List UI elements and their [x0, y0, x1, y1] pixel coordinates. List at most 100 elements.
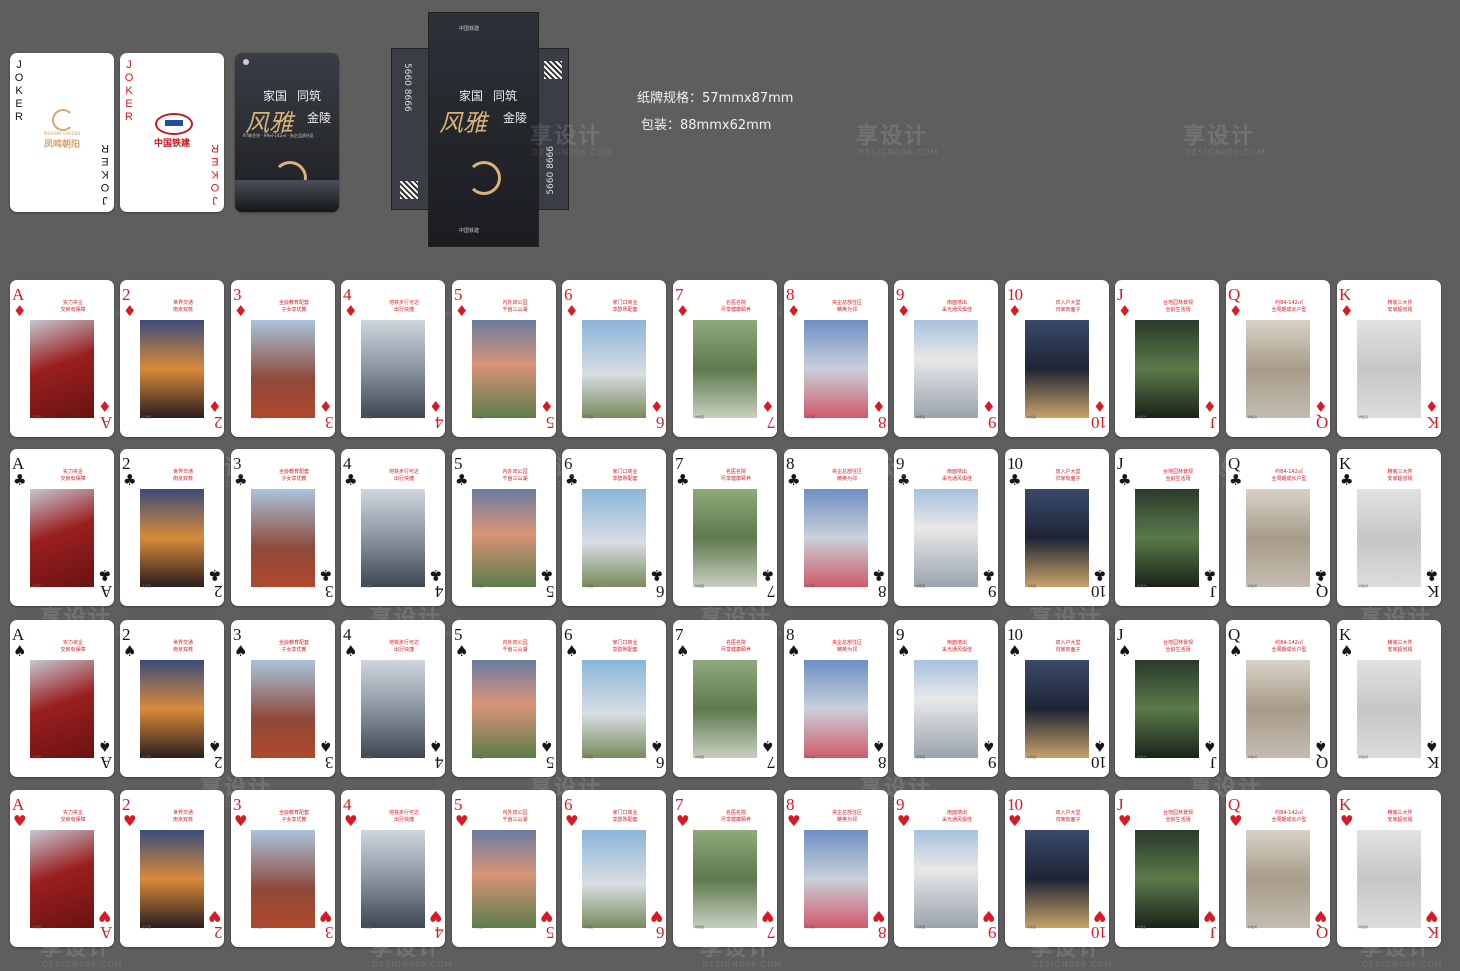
card-rank: 5	[546, 753, 555, 772]
card-rank: 8	[878, 413, 887, 432]
crcc-logo-bar	[165, 120, 183, 126]
card-rank: 6	[564, 454, 572, 473]
spades-icon: ♠	[13, 642, 27, 660]
card-photo	[251, 660, 315, 758]
card-rank: 6	[564, 795, 572, 814]
card-caption: 全龄教育配套 子女享优教	[278, 469, 309, 482]
playing-card-hearts: 6 ♥ 家门口商业 享醇熟配套 示意图 6 ♥	[562, 790, 666, 947]
photo-label: 实景图	[363, 925, 373, 929]
playing-card-spades: 8 ♠ 央企总部住区 精英为邻 效果图 8 ♠	[784, 620, 888, 777]
back-line3: 金陵	[307, 111, 332, 125]
clubs-icon: ♣	[97, 566, 111, 584]
clubs-icon: ♣	[234, 471, 248, 489]
card-rank: 5	[454, 795, 462, 814]
card-rank: Q	[1316, 753, 1328, 772]
card-rank: A	[12, 285, 24, 304]
photo-label: 效果图	[806, 415, 816, 419]
card-caption: 精装三大件 安家超省钱	[1387, 469, 1413, 482]
clubs-icon: ♣	[565, 471, 579, 489]
spades-icon: ♠	[318, 737, 332, 755]
playing-card-diamonds: 6 ♦ 家门口商业 享醇熟配套 示意图 6 ♦	[562, 280, 666, 437]
photo-label: 效果图	[1027, 925, 1037, 929]
card-caption: 世界交通 南京双核	[172, 810, 193, 823]
playing-card-spades: J ♠ 台地园林景观 全龄生活场 效果图 J ♠	[1115, 620, 1219, 777]
diamonds-icon: ♦	[1008, 302, 1022, 320]
photo-label: 示意图	[474, 755, 484, 759]
card-rank: Q	[1228, 795, 1240, 814]
hearts-icon: ♥	[649, 907, 663, 925]
playing-card-diamonds: Q ♦ 约84-142㎡ 全周期成长户型 样板间 Q ♦	[1226, 280, 1330, 437]
card-photo	[582, 830, 646, 928]
clubs-icon: ♣	[1424, 566, 1438, 584]
spades-icon: ♠	[1202, 737, 1216, 755]
card-caption: 家门口商业 享醇熟配套	[612, 300, 638, 313]
photo-label: 效果图	[1137, 415, 1147, 419]
joker-label-top: J O K E R	[124, 59, 134, 123]
card-caption: 央企总部住区 精英为邻	[831, 469, 862, 482]
card-rank: 9	[988, 413, 997, 432]
package-spec: 包装：88mmx62mm	[641, 118, 772, 133]
card-caption: 台地园林景观 全龄生活场	[1162, 640, 1193, 653]
box-calligraphy: 风雅	[439, 111, 487, 137]
watermark-sub: DESIGN006.COM	[1362, 960, 1443, 969]
card-spec-size: 纸牌规格：57mmx87mm	[637, 91, 794, 106]
hearts-icon: ♥	[455, 812, 469, 830]
photo-label: 实景图	[253, 755, 263, 759]
watermark-sub: DESIGN006.COM	[1185, 148, 1266, 157]
card-photo	[1357, 830, 1421, 928]
box-line1: 家国	[459, 89, 484, 103]
card-caption: 双入户大堂 归家有面子	[1055, 640, 1081, 653]
diamonds-icon: ♦	[428, 397, 442, 415]
playing-card-clubs: 3 ♣ 全龄教育配套 子女享优教 实景图 3 ♣	[231, 449, 335, 606]
card-photo	[1246, 830, 1310, 928]
card-photo	[251, 320, 315, 418]
card-caption: 内外双公园 千亩三山湖	[502, 810, 528, 823]
photo-label: 效果图	[1137, 925, 1147, 929]
card-photo	[361, 830, 425, 928]
card-rank: 2	[214, 413, 223, 432]
joker-logo-text: 凤鸣朝阳	[43, 140, 80, 150]
card-rank: 9	[988, 923, 997, 942]
qr-code-icon	[400, 181, 418, 199]
back-line1: 家国	[263, 89, 288, 103]
card-rank: 2	[122, 795, 130, 814]
diamonds-icon: ♦	[1340, 302, 1354, 320]
playing-card-diamonds: A ♦ 实力央企 交房有保障 实景图 A ♦	[10, 280, 114, 437]
spades-icon: ♠	[455, 642, 469, 660]
photo-label: 示意图	[584, 584, 594, 588]
card-rank: A	[12, 795, 24, 814]
photo-label: 效果图	[916, 584, 926, 588]
card-rank: 2	[214, 582, 223, 601]
card-caption: 地铁步行可达 出行快捷	[388, 469, 419, 482]
card-caption: 精装三大件 安家超省钱	[1387, 810, 1413, 823]
photo-label: 效果图	[1027, 415, 1037, 419]
clubs-icon: ♣	[123, 471, 137, 489]
card-rank: 6	[656, 413, 665, 432]
playing-card-clubs: 9 ♣ 南面墙出 采光通风俱佳 效果图 9 ♣	[894, 449, 998, 606]
back-logo-icon	[243, 59, 249, 65]
card-rank: 3	[325, 582, 334, 601]
card-caption: 央企总部住区 精英为邻	[831, 640, 862, 653]
diamonds-icon: ♦	[539, 397, 553, 415]
clubs-icon: ♣	[981, 566, 995, 584]
card-rank: J	[1117, 285, 1124, 304]
photo-label: 实景图	[32, 755, 42, 759]
card-photo	[361, 320, 425, 418]
card-rank: K	[1339, 454, 1351, 473]
playing-card-hearts: 2 ♥ 世界交通 南京双核 实景图 2 ♥	[120, 790, 224, 947]
playing-card-spades: 6 ♠ 家门口商业 享醇熟配套 示意图 6 ♠	[562, 620, 666, 777]
card-rank: 5	[546, 923, 555, 942]
diamonds-icon: ♦	[123, 302, 137, 320]
card-rank: 10	[1092, 923, 1107, 942]
playing-card-clubs: Q ♣ 约84-142㎡ 全周期成长户型 样板间 Q ♣	[1226, 449, 1330, 606]
photo-label: 样板间	[1248, 415, 1258, 419]
card-photo	[140, 830, 204, 928]
photo-label: 效果图	[695, 415, 705, 419]
diamonds-icon: ♦	[1229, 302, 1243, 320]
playing-card-spades: 5 ♠ 内外双公园 千亩三山湖 示意图 5 ♠	[452, 620, 556, 777]
card-rank: J	[1211, 753, 1217, 772]
card-rank: 5	[454, 454, 462, 473]
card-rank: 10	[1007, 454, 1023, 473]
card-caption: 实力央企 交房有保障	[60, 300, 86, 313]
card-rank: Q	[1316, 923, 1328, 942]
